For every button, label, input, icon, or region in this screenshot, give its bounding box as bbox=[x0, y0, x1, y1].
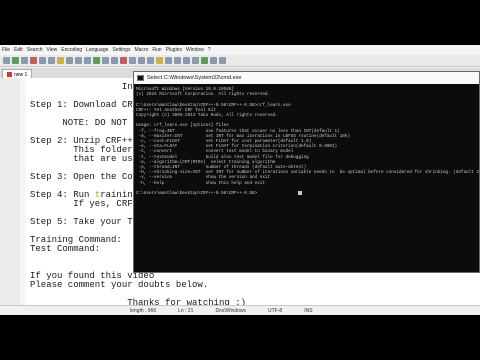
toolbar-button-icon[interactable] bbox=[111, 57, 118, 64]
menu-item[interactable]: ? bbox=[208, 47, 211, 53]
toolbar-button-icon[interactable] bbox=[129, 57, 136, 64]
status-encoding: UTF-8 bbox=[268, 307, 283, 314]
toolbar-button-icon[interactable] bbox=[174, 57, 181, 64]
console-line: -h, --help show this help and exit bbox=[136, 180, 265, 186]
toolbar-button-icon[interactable] bbox=[192, 57, 199, 64]
toolbar-button-icon[interactable] bbox=[201, 57, 208, 64]
tab-label: new 1 bbox=[14, 71, 28, 78]
status-bar: length : 966 Ln : 21 Dos\Windows UTF-8 I… bbox=[0, 305, 480, 315]
menu-item[interactable]: File bbox=[2, 47, 10, 53]
menu-item[interactable]: Settings bbox=[112, 47, 130, 53]
status-length: length : 966 bbox=[130, 307, 157, 314]
toolbar-button-icon[interactable] bbox=[219, 57, 226, 64]
toolbar-button-icon[interactable] bbox=[66, 57, 73, 64]
console-cursor bbox=[298, 191, 302, 195]
toolbar-button-icon[interactable] bbox=[48, 57, 55, 64]
menu-item[interactable]: Macro bbox=[134, 47, 148, 53]
toolbar bbox=[0, 55, 480, 67]
toolbar-button-icon[interactable] bbox=[30, 57, 37, 64]
menu-item[interactable]: Search bbox=[27, 47, 43, 53]
toolbar-button-icon[interactable] bbox=[12, 57, 19, 64]
letterbox-bottom bbox=[0, 315, 480, 360]
status-mode: INS bbox=[304, 307, 313, 314]
unsaved-file-icon bbox=[7, 72, 12, 77]
toolbar-button-icon[interactable] bbox=[3, 57, 10, 64]
cmd-console[interactable]: Microsoft Windows [Version 10.0.10586] (c… bbox=[134, 84, 479, 272]
toolbar-button-icon[interactable] bbox=[39, 57, 46, 64]
toolbar-button-icon[interactable] bbox=[156, 57, 163, 64]
cmd-title-bar[interactable]: Select C:\Windows\System32\cmd.exe bbox=[134, 72, 479, 84]
toolbar-button-icon[interactable] bbox=[120, 57, 127, 64]
cmd-title: Select C:\Windows\System32\cmd.exe bbox=[147, 75, 242, 81]
status-format: Dos\Windows bbox=[215, 307, 247, 314]
terminal-icon bbox=[137, 75, 144, 81]
toolbar-button-icon[interactable] bbox=[75, 57, 82, 64]
line-number-gutter bbox=[0, 78, 21, 305]
toolbar-button-icon[interactable] bbox=[165, 57, 172, 64]
toolbar-button-icon[interactable] bbox=[21, 57, 28, 64]
toolbar-button-icon[interactable] bbox=[138, 57, 145, 64]
menu-item[interactable]: Edit bbox=[14, 47, 23, 53]
menu-item[interactable]: Plugins bbox=[166, 47, 182, 53]
console-line: C:\Users\mantlaw\Desktop\CRF++-0.58\CRF+… bbox=[136, 191, 258, 196]
editor-line: Please comment your doubts below. bbox=[30, 280, 209, 290]
letterbox-top bbox=[0, 0, 480, 45]
menu-item[interactable]: Run bbox=[152, 47, 161, 53]
toolbar-button-icon[interactable] bbox=[93, 57, 100, 64]
menu-item[interactable]: Window bbox=[186, 47, 204, 53]
toolbar-button-icon[interactable] bbox=[102, 57, 109, 64]
menu-item[interactable]: Language bbox=[86, 47, 108, 53]
menu-bar: File Edit Search View Encoding Language Settin… bbox=[0, 45, 480, 55]
video-frame: File Edit Search View Encoding Language Settin… bbox=[0, 0, 480, 360]
menu-item[interactable]: Encoding bbox=[61, 47, 82, 53]
toolbar-button-icon[interactable] bbox=[84, 57, 91, 64]
toolbar-button-icon[interactable] bbox=[210, 57, 217, 64]
command-prompt-window[interactable]: Select C:\Windows\System32\cmd.exe Micro… bbox=[133, 71, 480, 273]
toolbar-button-icon[interactable] bbox=[57, 57, 64, 64]
console-line: (c) 2015 Microsoft Corporation. All righ… bbox=[136, 92, 271, 98]
console-line: Copyright (C) 2005-2013 Taku Kudo, All r… bbox=[136, 113, 278, 118]
toolbar-button-icon[interactable] bbox=[147, 57, 154, 64]
fold-margin bbox=[20, 78, 26, 305]
status-position: Ln : 21 bbox=[178, 307, 194, 314]
menu-item[interactable]: View bbox=[47, 47, 58, 53]
toolbar-button-icon[interactable] bbox=[183, 57, 190, 64]
